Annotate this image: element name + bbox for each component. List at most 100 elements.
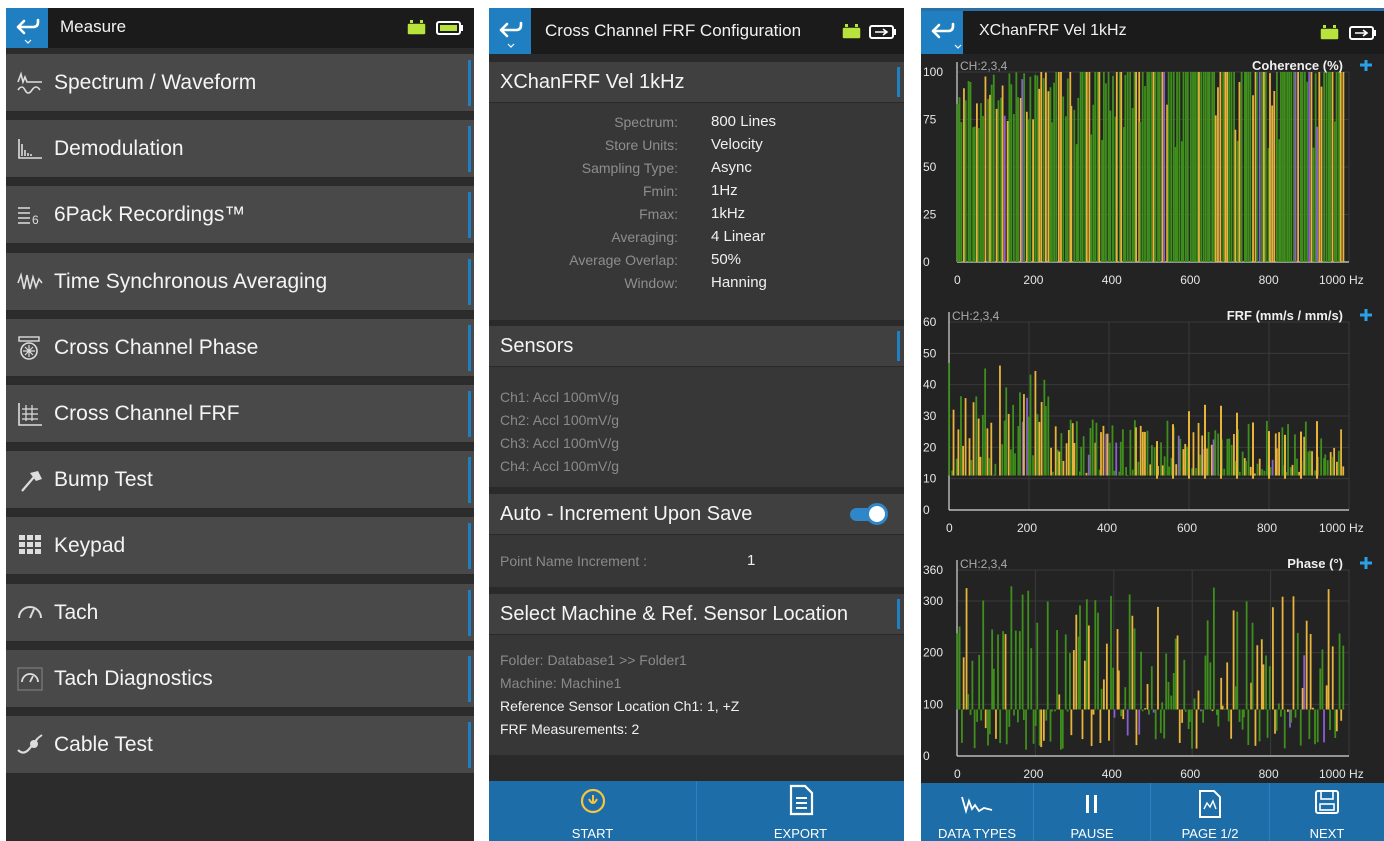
config-topbar: Cross Channel FRF Configuration: [489, 8, 904, 54]
setting-label: Store Units:: [604, 137, 678, 153]
menu-item-cross-channel-phase[interactable]: Cross Channel Phase: [6, 318, 474, 377]
setting-label: Window:: [624, 275, 678, 291]
x-tick-label: 200: [1023, 273, 1043, 287]
x-tick-label: 1000 Hz: [1319, 767, 1364, 780]
add-trace-plus-icon[interactable]: [1360, 557, 1372, 569]
menu-item-tach-diagnostics[interactable]: Tach Diagnostics: [6, 649, 474, 708]
charts-area[interactable]: 02550751000 200 400 600 800 1000 HzCH:2,3,4 Co…: [921, 60, 1384, 780]
measurement-header[interactable]: XChanFRF Vel 1kHz: [489, 62, 904, 102]
chart-2: 01020304050600 200 400 600 800 1000 HzCH:2,3,…: [923, 308, 1372, 535]
back-button[interactable]: [6, 8, 48, 48]
menu-item-edge: [468, 523, 471, 570]
y-tick-label: 50: [923, 346, 937, 360]
setting-label: Average Overlap:: [569, 252, 678, 268]
battery-icon: [1349, 26, 1376, 40]
chart-3: 0 100 200 300 360 0 200 400 600 800 1000 Hz CH:2,3,…: [923, 556, 1372, 780]
export-document-icon: [789, 784, 813, 816]
sensors-header[interactable]: Sensors: [489, 326, 904, 366]
menu-item-keypad[interactable]: Keypad: [6, 517, 474, 576]
menu-item-edge: [468, 324, 471, 371]
menu-item-tach[interactable]: Tach: [6, 583, 474, 642]
setting-value: Async: [711, 159, 752, 176]
data-types-icon: [961, 796, 993, 815]
menu-item-edge: [468, 457, 471, 504]
x-tick-label: 400: [1102, 273, 1122, 287]
tach-diagnostics-icon: [17, 667, 43, 691]
x-tick-label: 0: [954, 767, 961, 780]
increment-value: 1: [747, 552, 756, 569]
x-tick-label: 0: [954, 273, 961, 287]
next-button[interactable]: NEXT: [1270, 783, 1384, 841]
menu-item-edge: [468, 60, 471, 106]
menu-item-cable-test[interactable]: Cable Test: [6, 716, 474, 774]
menu-item-edge: [468, 192, 471, 239]
menu-item-spectrum-waveform[interactable]: Spectrum / Waveform: [6, 54, 474, 112]
menu-item-label: 6Pack Recordings™: [54, 203, 246, 227]
x-tick-label: 1000 Hz: [1319, 521, 1364, 535]
start-button[interactable]: START: [489, 781, 696, 841]
x-tick-label: 200: [1023, 767, 1043, 780]
x-tick-label: 1000 Hz: [1319, 273, 1364, 287]
export-button[interactable]: EXPORT: [697, 781, 904, 841]
increment-row[interactable]: Point Name Increment : 1: [489, 535, 904, 587]
chart-title: FRF (mm/s / mm/s): [1227, 308, 1343, 323]
menu-item-time-synchronous-averaging[interactable]: Time Synchronous Averaging: [6, 252, 474, 311]
sensor-line: Ch1: Accl 100mV/g: [500, 389, 620, 405]
y-tick-label: 200: [923, 646, 943, 660]
page-title: Cross Channel FRF Configuration: [545, 21, 802, 40]
menu-item-6pack-recordings[interactable]: 6 6Pack Recordings™: [6, 186, 474, 245]
y-tick-label: 360: [923, 563, 943, 577]
battery-icon: [869, 25, 896, 39]
y-tick-label: 0: [923, 255, 930, 269]
machine-info[interactable]: Folder: Database1 >> Folder1 Machine: Ma…: [489, 635, 904, 755]
x-tick-label: 800: [1259, 273, 1279, 287]
setting-value: 50%: [711, 251, 742, 268]
menu-item-cross-channel-frf[interactable]: Cross Channel FRF: [6, 385, 474, 443]
back-button[interactable]: [921, 11, 963, 54]
start-icon: [580, 788, 605, 814]
menu-item-bump-test[interactable]: Bump Test: [6, 451, 474, 510]
menu-item-label: Spectrum / Waveform: [54, 71, 257, 94]
pause-button[interactable]: PAUSE: [1034, 783, 1150, 841]
menu-item-label: Tach: [54, 600, 99, 624]
back-button[interactable]: [489, 8, 531, 54]
frf-measurements: FRF Measurements: 2: [500, 721, 640, 737]
page-button[interactable]: PAGE 1/2: [1151, 783, 1269, 841]
setting-label: Averaging:: [611, 229, 678, 245]
folder-path: Folder: Database1 >> Folder1: [500, 652, 687, 668]
menu-item-label: Cross Channel FRF: [54, 402, 240, 425]
machine-header[interactable]: Select Machine & Ref. Sensor Location: [489, 594, 904, 634]
setting-value: 1Hz: [711, 182, 738, 199]
back-arrow-icon: [931, 22, 962, 49]
x-tick-label: 400: [1102, 767, 1122, 780]
battery-icon: [436, 21, 463, 35]
setting-label: Fmin:: [643, 183, 678, 199]
y-tick-label: 100: [923, 697, 943, 711]
setting-label: Sampling Type:: [581, 160, 678, 176]
setting-value: 800 Lines: [711, 113, 777, 130]
add-trace-plus-icon[interactable]: [1360, 309, 1372, 321]
add-trace-plus-icon[interactable]: [1360, 60, 1372, 71]
six-pack-icon: 6: [18, 207, 39, 227]
menu-item-label: Cross Channel Phase: [54, 335, 259, 359]
section-edge: [897, 331, 900, 361]
auto-increment-toggle[interactable]: [850, 503, 888, 525]
section-edge: [897, 67, 900, 97]
cross-channel-frf-icon: [18, 403, 42, 426]
setting-value: 4 Linear: [711, 228, 766, 245]
menu-item-label: Keypad: [54, 534, 126, 558]
menu-item-label: Bump Test: [54, 468, 153, 492]
y-tick-label: 20: [923, 440, 937, 454]
keypad-icon: [19, 535, 41, 555]
sensor-line: Ch3: Accl 100mV/g: [500, 435, 620, 451]
sensor-line: Ch4: Accl 100mV/g: [500, 458, 620, 474]
plus-stroke: [1360, 557, 1372, 569]
plus-stroke: [1360, 60, 1372, 71]
menu-item-label: Time Synchronous Averaging: [54, 269, 328, 293]
data-types-button[interactable]: DATA TYPES: [921, 783, 1033, 841]
y-tick-label: 30: [923, 409, 937, 423]
x-tick-label: 200: [1017, 521, 1037, 535]
menu-item-demodulation[interactable]: Demodulation: [6, 120, 474, 179]
auto-increment-title: Auto - Increment Upon Save: [500, 503, 753, 525]
x-tick-label: 600: [1180, 273, 1200, 287]
